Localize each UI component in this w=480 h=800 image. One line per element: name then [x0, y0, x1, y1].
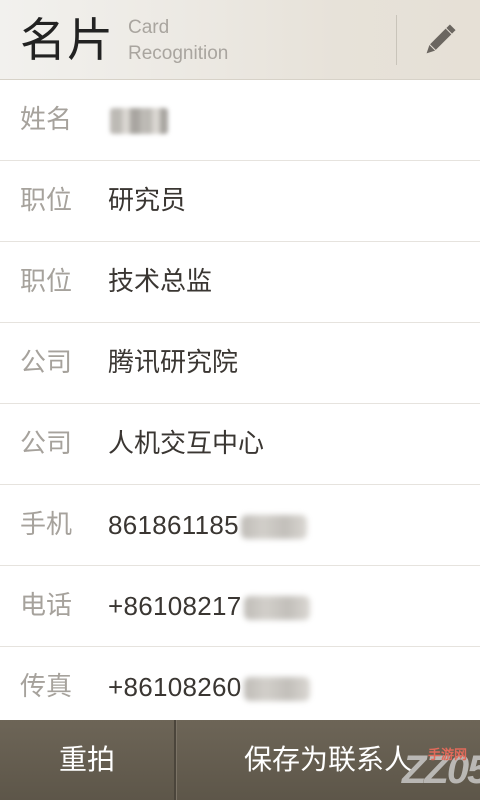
- redacted-digits: [240, 515, 307, 540]
- redacted-digits: [243, 596, 310, 621]
- field-label: 职位: [20, 267, 73, 297]
- field-row-phone[interactable]: 电话 +86108217: [0, 566, 480, 647]
- field-value: 861861185: [108, 510, 239, 540]
- field-label: 手机: [20, 510, 73, 540]
- pencil-icon: [426, 24, 456, 54]
- edit-button[interactable]: [410, 10, 470, 70]
- retake-button[interactable]: 重拍: [0, 720, 174, 800]
- redacted-name: [110, 108, 168, 134]
- subtitle-line-1: Card: [128, 17, 170, 38]
- field-row-title-1[interactable]: 职位 研究员: [0, 161, 480, 242]
- field-label: 电话: [20, 591, 73, 621]
- field-row-company-2[interactable]: 公司 人机交互中心: [0, 404, 480, 485]
- card-fields-list: 姓名 职位 研究员 职位 技术总监 公司 腾讯研究院 公司 人机交互中心 手机 …: [0, 80, 480, 728]
- save-contact-button[interactable]: 保存为联系人: [176, 720, 480, 800]
- page-subtitle: Card Recognition: [128, 15, 228, 67]
- field-row-fax[interactable]: 传真 +86108260: [0, 647, 480, 728]
- field-value: 腾讯研究院: [108, 348, 239, 378]
- field-value: 人机交互中心: [108, 429, 265, 459]
- field-value-wrap: 861861185: [108, 485, 307, 565]
- field-row-company-1[interactable]: 公司 腾讯研究院: [0, 323, 480, 404]
- field-row-mobile[interactable]: 手机 861861185: [0, 485, 480, 566]
- field-row-title-2[interactable]: 职位 技术总监: [0, 242, 480, 323]
- field-value: 研究员: [108, 186, 187, 216]
- field-value-wrap: +86108260: [108, 647, 310, 727]
- field-label: 姓名: [20, 105, 73, 135]
- redacted-digits: [243, 677, 310, 702]
- field-value: +86108260: [108, 672, 242, 702]
- title-bar: 名片 Card Recognition: [0, 0, 480, 80]
- page-title: 名片: [20, 13, 114, 67]
- bottom-action-bar: 重拍 保存为联系人: [0, 720, 480, 800]
- field-label: 公司: [20, 348, 73, 378]
- subtitle-line-2: Recognition: [128, 43, 229, 64]
- field-label: 职位: [20, 186, 73, 216]
- field-value: 技术总监: [108, 267, 213, 297]
- header-divider: [396, 15, 397, 65]
- field-label: 传真: [20, 672, 73, 702]
- field-value-wrap: +86108217: [108, 566, 310, 646]
- field-row-name[interactable]: 姓名: [0, 80, 480, 161]
- field-value: +86108217: [108, 591, 242, 621]
- field-label: 公司: [20, 429, 73, 459]
